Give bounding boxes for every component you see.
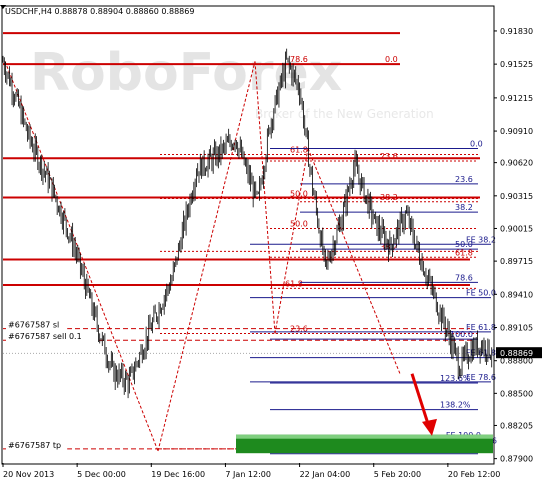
fibo-level-label: 138.2% <box>440 401 471 410</box>
x-tick-label: 20 Feb 12:00 <box>448 470 500 479</box>
fibo-level-label: 0.0 <box>470 139 483 148</box>
y-tick-label: 0.89105 <box>500 324 533 333</box>
x-tick-label: 5 Feb 20:00 <box>374 470 421 479</box>
y-tick-label: 0.89715 <box>500 257 533 266</box>
current-price-label: 0.88869 <box>500 349 533 358</box>
symbol-header: USDCHF,H4 0.88878 0.88904 0.88860 0.8886… <box>5 7 194 16</box>
y-tick-label: 0.90620 <box>500 159 533 168</box>
fibo-level-label: 23.6 <box>380 152 398 161</box>
y-tick-label: 0.91525 <box>500 60 533 69</box>
x-tick-label: 7 Jan 12:00 <box>225 470 271 479</box>
target-zone-highlight <box>236 434 493 439</box>
price-chart[interactable]: RoboForex Broker of the New Generation #… <box>0 0 542 481</box>
level-label: #6767587 sell 0.1 <box>8 332 82 341</box>
price-marker: 0.88869 <box>496 347 542 359</box>
fe-level-label: FE 38.2 <box>466 235 496 244</box>
y-tick-label: 0.90015 <box>500 224 533 233</box>
y-tick-label: 0.90910 <box>500 127 533 136</box>
x-tick-label: 19 Dec 16:00 <box>151 470 205 479</box>
fibo-level-label: 61.8 <box>290 145 308 154</box>
x-tick-label: 20 Nov 2013 <box>3 470 54 479</box>
y-tick-label: 0.88500 <box>500 389 533 398</box>
watermark-slogan: Broker of the New Generation <box>255 107 434 121</box>
fibo-level-label: 50.0 <box>290 190 308 199</box>
fe-level-label: FE 78.6 <box>466 373 496 382</box>
level-label: #6767587 sl <box>8 321 59 330</box>
x-tick-label: 5 Dec 00:00 <box>77 470 126 479</box>
y-tick-label: 0.90315 <box>500 192 533 201</box>
y-tick-label: 0.88205 <box>500 421 533 430</box>
fibo-level-label: 61.8 <box>285 279 303 288</box>
fibo-level-label: 38.2 <box>380 193 398 202</box>
fe-level-label: FE 61.8 <box>466 323 496 332</box>
y-tick-label: 0.87900 <box>500 455 533 464</box>
fe-level-label: FE 50.0 <box>466 289 496 298</box>
x-tick-label: 22 Jan 04:00 <box>300 470 351 479</box>
target-zone <box>236 434 493 454</box>
fibo-level-label: 50.0 <box>290 219 308 228</box>
fibo-level-label: 61.8 <box>455 248 473 257</box>
y-tick-label: 0.91215 <box>500 94 533 103</box>
fibo-level-label: 0.0 <box>385 55 398 64</box>
fibo-level-label: 78.6 <box>455 273 473 282</box>
fibo-level-label: 38.2 <box>455 203 473 212</box>
y-tick-label: 0.91830 <box>500 27 533 36</box>
level-label: #6767587 tp <box>8 441 61 450</box>
fibo-level-label: 78.6 <box>290 55 308 64</box>
fibo-level-label: 23.6 <box>455 175 473 184</box>
y-tick-label: 0.89410 <box>500 290 533 299</box>
